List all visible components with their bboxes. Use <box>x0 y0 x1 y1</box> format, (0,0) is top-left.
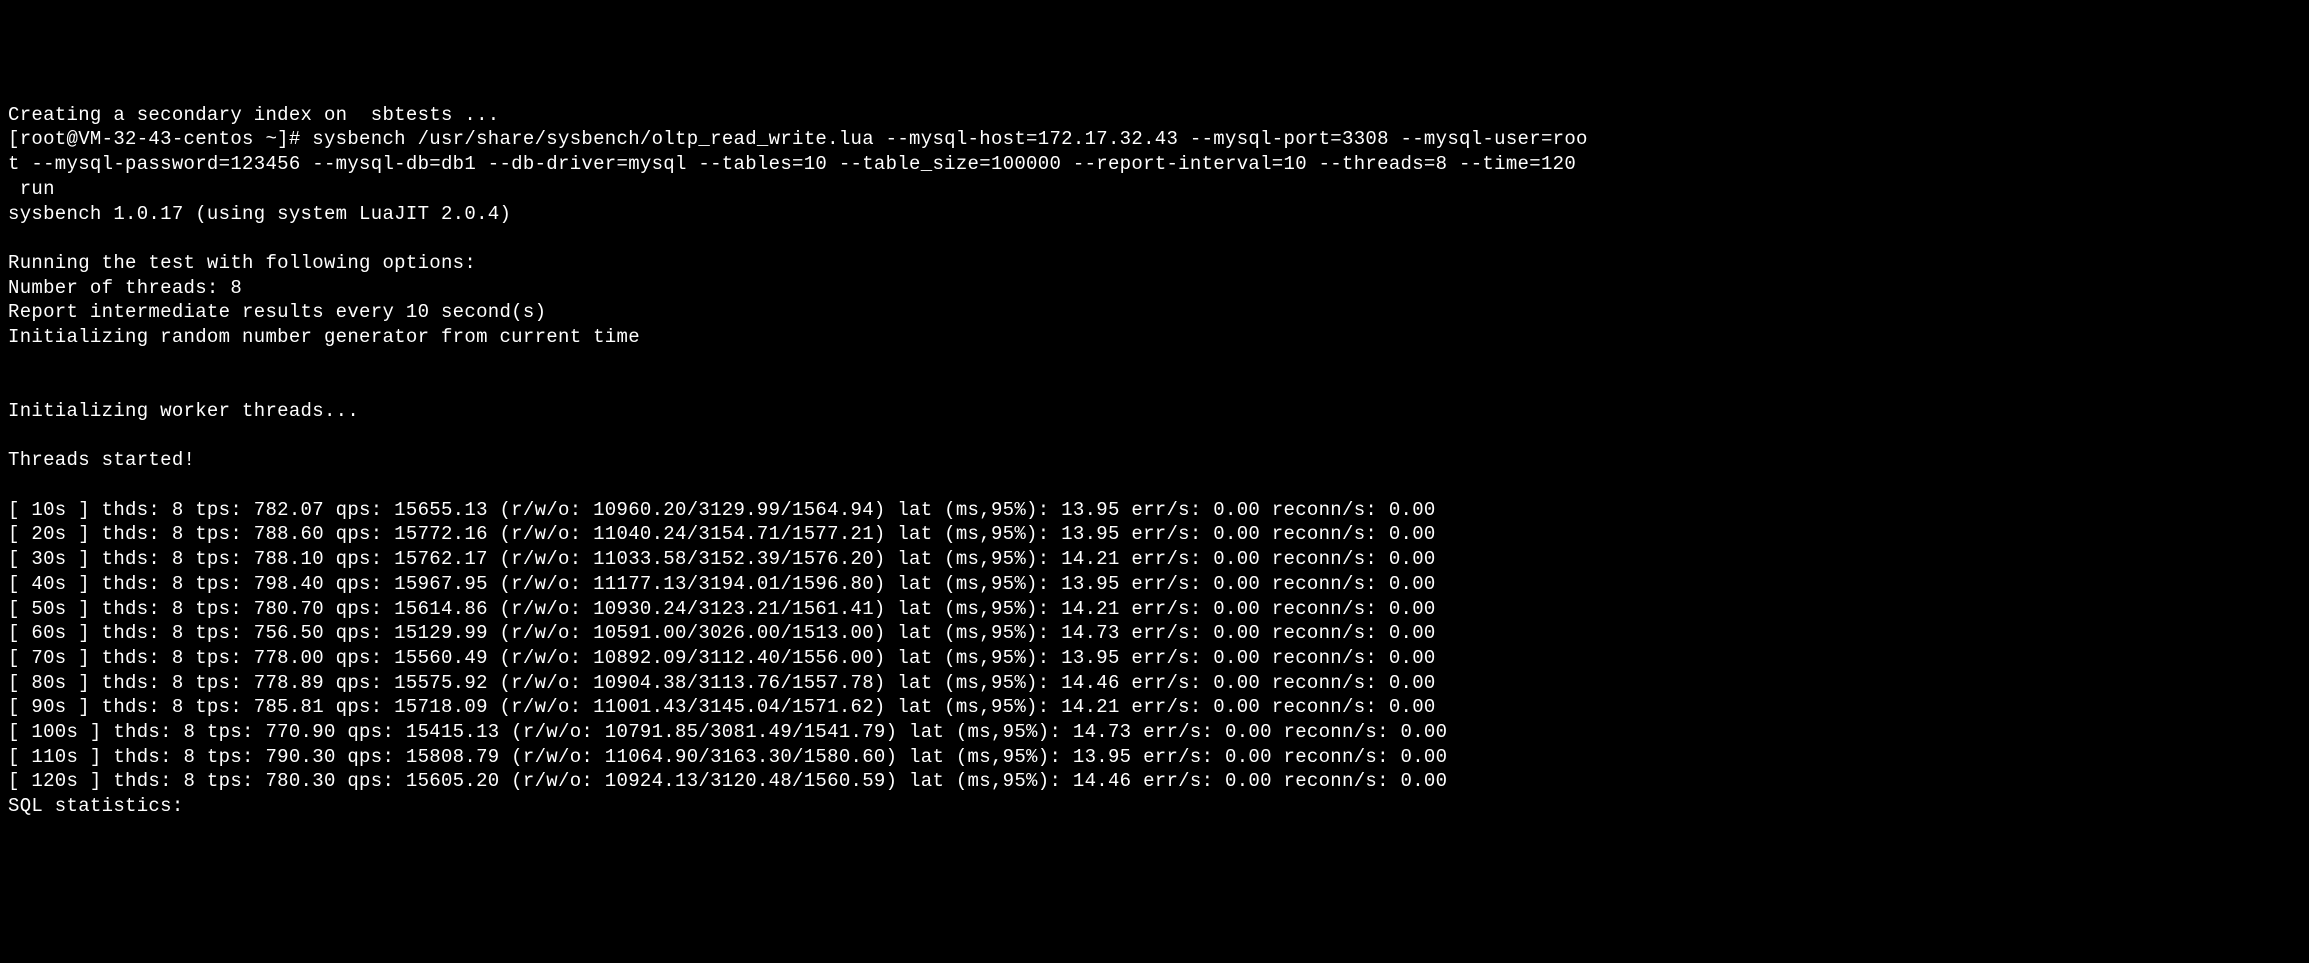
result-row: [ 10s ] thds: 8 tps: 782.07 qps: 15655.1… <box>8 498 2301 523</box>
command-text-1: sysbench /usr/share/sysbench/oltp_read_w… <box>312 128 1588 150</box>
result-row: [ 120s ] thds: 8 tps: 780.30 qps: 15605.… <box>8 769 2301 794</box>
report-interval: Report intermediate results every 10 sec… <box>8 300 2301 325</box>
blank-line <box>8 350 2301 375</box>
blank-line <box>8 473 2301 498</box>
blank-line <box>8 424 2301 449</box>
result-row: [ 100s ] thds: 8 tps: 770.90 qps: 15415.… <box>8 720 2301 745</box>
result-row: [ 60s ] thds: 8 tps: 756.50 qps: 15129.9… <box>8 621 2301 646</box>
result-row: [ 20s ] thds: 8 tps: 788.60 qps: 15772.1… <box>8 522 2301 547</box>
command-prompt-line: [root@VM-32-43-centos ~]# sysbench /usr/… <box>8 127 2301 152</box>
result-row: [ 70s ] thds: 8 tps: 778.00 qps: 15560.4… <box>8 646 2301 671</box>
result-row: [ 30s ] thds: 8 tps: 788.10 qps: 15762.1… <box>8 547 2301 572</box>
blank-line <box>8 226 2301 251</box>
init-random: Initializing random number generator fro… <box>8 325 2301 350</box>
threads-count: Number of threads: 8 <box>8 276 2301 301</box>
result-row: [ 40s ] thds: 8 tps: 798.40 qps: 15967.9… <box>8 572 2301 597</box>
blank-line <box>8 374 2301 399</box>
command-text-3: run <box>8 177 2301 202</box>
version-info: sysbench 1.0.17 (using system LuaJIT 2.0… <box>8 202 2301 227</box>
result-row: [ 110s ] thds: 8 tps: 790.30 qps: 15808.… <box>8 745 2301 770</box>
command-text-2: t --mysql-password=123456 --mysql-db=db1… <box>8 152 2301 177</box>
result-row: [ 90s ] thds: 8 tps: 785.81 qps: 15718.0… <box>8 695 2301 720</box>
options-header: Running the test with following options: <box>8 251 2301 276</box>
result-row: [ 80s ] thds: 8 tps: 778.89 qps: 15575.9… <box>8 671 2301 696</box>
partial-header: Creating a secondary index on sbtests ..… <box>8 103 2301 128</box>
terminal-output[interactable]: Creating a secondary index on sbtests ..… <box>8 103 2301 819</box>
sql-statistics: SQL statistics: <box>8 794 2301 819</box>
prompt: [root@VM-32-43-centos ~]# <box>8 128 312 150</box>
init-workers: Initializing worker threads... <box>8 399 2301 424</box>
result-row: [ 50s ] thds: 8 tps: 780.70 qps: 15614.8… <box>8 597 2301 622</box>
threads-started: Threads started! <box>8 448 2301 473</box>
